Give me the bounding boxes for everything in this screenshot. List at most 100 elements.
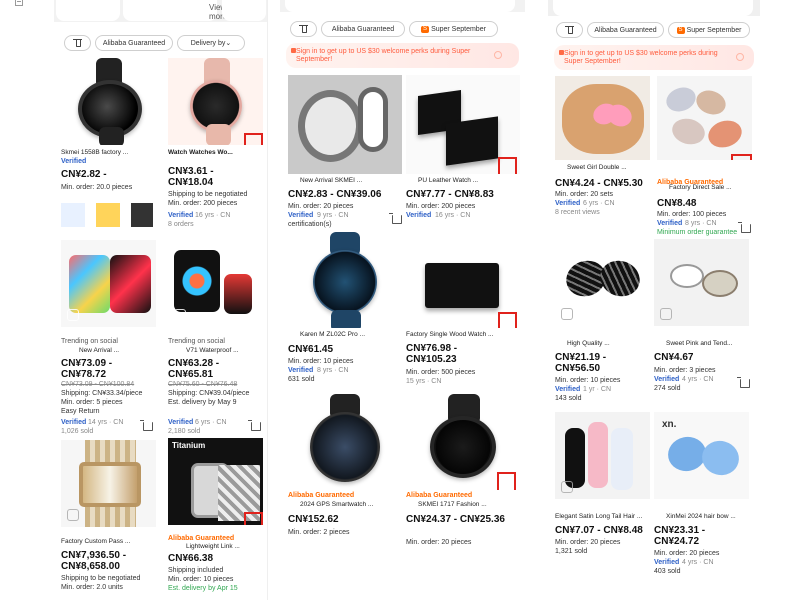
supplier-meta: 4 yrs · CN: [682, 559, 714, 566]
min-order-text: Min. order: 5 pieces: [61, 399, 123, 406]
banner-close-icon[interactable]: [736, 53, 744, 61]
image-search-icon[interactable]: [174, 309, 186, 321]
verified-label: Verified: [555, 386, 581, 393]
top-product-card[interactable]: [285, 0, 515, 12]
white-watch-strap: [358, 87, 388, 152]
product-image[interactable]: [406, 232, 520, 328]
product-image[interactable]: [555, 412, 650, 499]
product-card[interactable]: Karen M ZL02C Pro ... CN¥61.45 Min. orde…: [288, 232, 402, 412]
cart-icon[interactable]: [248, 420, 261, 431]
product-image[interactable]: Titanium: [168, 438, 263, 525]
product-image[interactable]: [61, 240, 156, 327]
product-image[interactable]: [555, 76, 650, 160]
thumbnail-blue-watch[interactable]: [61, 203, 85, 227]
recent-views-text: 8 recent views: [555, 209, 600, 216]
thumbnail-yellow-watch[interactable]: [96, 203, 120, 227]
image-search-icon[interactable]: [561, 481, 573, 493]
top-watch-card[interactable]: [56, 0, 120, 21]
product-image[interactable]: [406, 394, 520, 490]
min-order-text: Min. order: 10 pieces: [168, 576, 234, 583]
highlighted-image-box: [731, 154, 752, 160]
blue-smartwatch-face: [313, 250, 377, 314]
supplier-meta: 6 yrs · CN: [583, 200, 615, 207]
shipping-text: Shipping to be negotiated: [168, 191, 248, 198]
product-title: New Arrival SKMEI ...: [300, 177, 363, 184]
product-image[interactable]: [654, 239, 749, 326]
alibaba-guaranteed-filter[interactable]: Alibaba Guaranteed: [95, 35, 173, 51]
product-card[interactable]: Alibaba Guaranteed 2024 GPS Smartwatch .…: [288, 394, 402, 552]
product-card[interactable]: Watch Watches Wo... CN¥3.61 - CN¥18.04 S…: [168, 58, 263, 238]
min-order-text: Min. order: 2.0 units: [61, 584, 123, 591]
welcome-perks-banner[interactable]: Sign in to get up to US $30 welcome perk…: [554, 45, 754, 70]
delivery-text: Est. delivery by May 9: [168, 399, 237, 406]
super-icon: S: [676, 26, 685, 34]
product-card[interactable]: Factory Custom Pass ... CN¥7,936.50 - CN…: [61, 440, 156, 600]
product-card[interactable]: New Arrival SKMEI ... CN¥2.83 - CN¥39.06…: [288, 75, 402, 255]
thumbnail-black-watch[interactable]: [131, 203, 153, 227]
banner-close-icon[interactable]: [494, 51, 502, 59]
product-image[interactable]: [406, 75, 520, 174]
welcome-perks-banner[interactable]: Sign in to get up to US $30 welcome perk…: [286, 43, 519, 68]
product-image[interactable]: [288, 232, 402, 328]
top-right-card[interactable]: [222, 0, 266, 21]
product-card[interactable]: Alibaba Guaranteed SKMEI 1717 Fashion ..…: [406, 394, 520, 552]
image-search-icon[interactable]: [660, 308, 672, 320]
product-card[interactable]: Factory Single Wood Watch ... CN¥76.98 -…: [406, 232, 520, 412]
image-search-icon[interactable]: [67, 309, 79, 321]
product-card[interactable]: Alibaba Guaranteed Factory Direct Sale .…: [657, 76, 752, 256]
product-card[interactable]: Trending on social V71 Waterproof ... CN…: [168, 240, 263, 435]
filter-button[interactable]: [64, 35, 91, 51]
product-image[interactable]: [61, 440, 156, 527]
product-title: Sweet Girl Double ...: [567, 164, 627, 171]
product-price: CN¥8.48: [657, 198, 697, 209]
product-title: 2024 GPS Smartwatch ...: [300, 501, 374, 508]
super-september-label: Super September: [431, 25, 486, 33]
product-image[interactable]: [168, 58, 263, 145]
verified-label: Verified: [168, 419, 194, 426]
product-card[interactable]: High Quality ... CN¥21.19 - CN¥56.50 Min…: [555, 239, 650, 419]
delivery-filter-label: Delivery by: [190, 39, 226, 47]
supplier-meta: 15 yrs · CN: [406, 378, 442, 385]
min-order-text: Min. order: 20 pieces: [406, 539, 472, 546]
product-image[interactable]: [657, 76, 752, 160]
image-search-icon[interactable]: [67, 509, 79, 521]
product-card[interactable]: Sweet Pink and Tend... CN¥4.67 Min. orde…: [654, 239, 750, 419]
image-search-icon[interactable]: [561, 308, 573, 320]
top-product-card[interactable]: [553, 0, 753, 16]
min-order-text: Min. order: 200 pieces: [406, 203, 476, 210]
super-september-filter[interactable]: S Super September: [409, 21, 498, 37]
highlighted-image-box: [498, 157, 517, 174]
filter-button[interactable]: [290, 21, 317, 37]
product-image[interactable]: [288, 394, 402, 490]
product-card[interactable]: Trending on social New Arrival ... CN¥73…: [61, 240, 156, 435]
cart-icon[interactable]: [389, 213, 402, 224]
alibaba-guaranteed-filter[interactable]: Alibaba Guaranteed: [587, 22, 664, 38]
easy-return-text: Easy Return: [61, 408, 100, 415]
product-price: CN¥7,936.50 - CN¥8,658.00: [61, 550, 127, 572]
product-card[interactable]: PU Leather Watch ... CN¥7.77 - CN¥8.83 M…: [406, 75, 520, 255]
product-card[interactable]: Sweet Girl Double ... CN¥4.24 - CN¥5.30 …: [555, 76, 650, 256]
product-image[interactable]: [168, 240, 263, 327]
cart-icon[interactable]: [738, 222, 751, 233]
min-order-text: Min. order: 10 pieces: [555, 377, 621, 384]
cart-icon[interactable]: [140, 420, 153, 431]
super-september-filter[interactable]: S Super September: [668, 22, 750, 38]
product-card[interactable]: xn. XinMei 2024 hair bow ... CN¥23.31 - …: [654, 412, 749, 592]
black-glitter-bow-right: [595, 255, 645, 302]
product-image[interactable]: [555, 239, 650, 326]
filter-button[interactable]: [556, 22, 583, 38]
min-order-text: Min. order: 20.0 pieces: [61, 184, 133, 191]
alibaba-guaranteed-filter[interactable]: Alibaba Guaranteed: [321, 21, 405, 37]
colorful-smartwatch-left: [69, 255, 110, 313]
highlighted-image-box: [244, 133, 263, 145]
product-card[interactable]: Elegant Satin Long Tail Hair ... CN¥7.07…: [555, 412, 650, 592]
product-image[interactable]: [288, 75, 402, 174]
product-card[interactable]: Titanium Alibaba Guaranteed Lightweight …: [168, 438, 263, 600]
product-image[interactable]: xn.: [654, 412, 749, 499]
product-card[interactable]: Skmei 1558B factory ... Verified CN¥2.82…: [61, 58, 156, 238]
view-more-card[interactable]: View more: [123, 0, 227, 21]
product-image[interactable]: [61, 58, 156, 145]
cart-icon[interactable]: [737, 377, 750, 388]
beige-bow: [692, 86, 730, 119]
delivery-filter[interactable]: Delivery by ⌄: [177, 35, 245, 51]
